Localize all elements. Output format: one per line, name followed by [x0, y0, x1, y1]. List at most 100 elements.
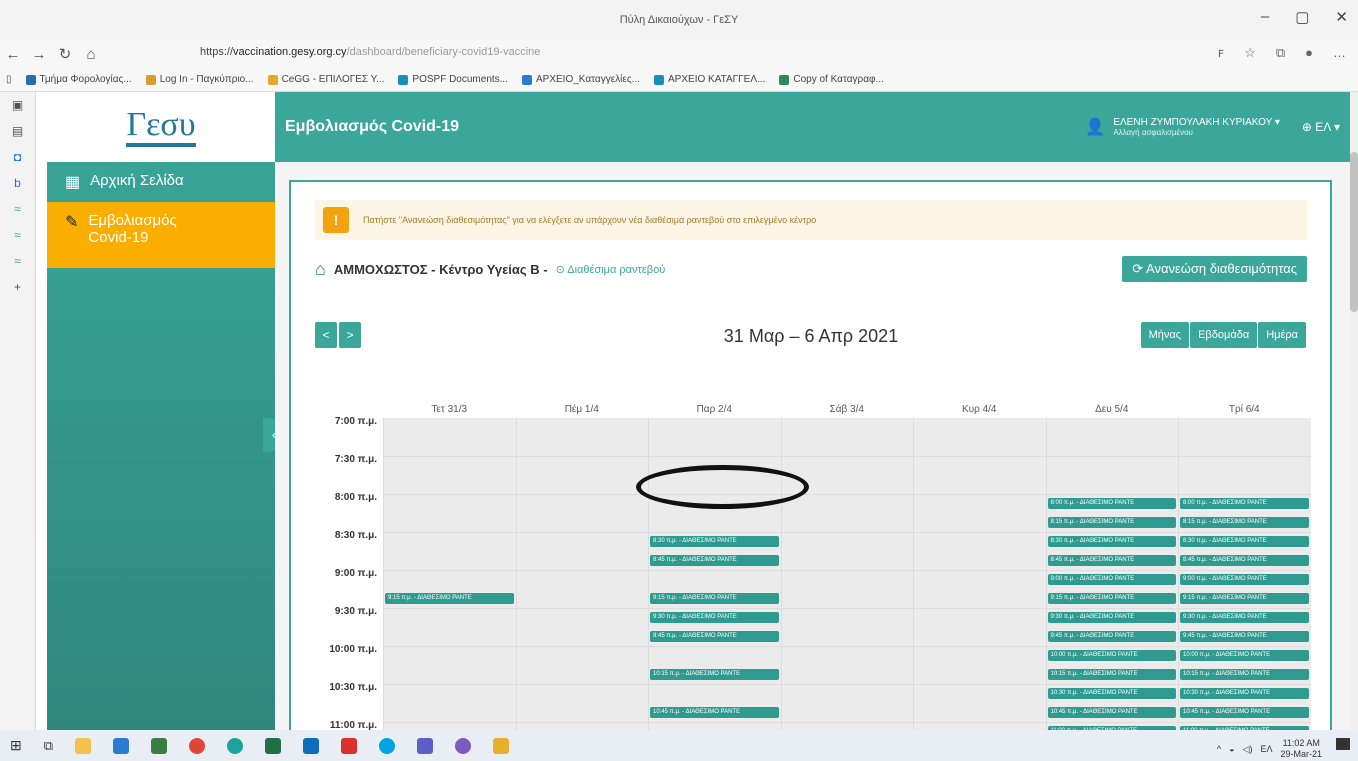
volume-icon[interactable]: ◁) — [1243, 744, 1253, 755]
available-slot[interactable]: 9:15 π.μ. - ΔΙΑΘΕΣΙΜΟ ΡΑΝΤΕ — [650, 593, 779, 604]
mail-icon[interactable] — [113, 737, 130, 754]
favorite-link[interactable]: Log In - Παγκύπριο... — [145, 74, 254, 85]
available-slot[interactable]: 10:45 π.μ. - ΔΙΑΘΕΣΙΜΟ ΡΑΝΤΕ — [1180, 707, 1309, 718]
teams-icon[interactable] — [417, 737, 434, 754]
sidebar-item-home[interactable]: ▦ Αρχική Σελίδα — [47, 162, 275, 202]
available-slot[interactable]: 8:15 π.μ. - ΔΙΑΘΕΣΙΜΟ ΡΑΝΤΕ — [1047, 517, 1176, 528]
tray-chevron-icon[interactable]: ^ — [1217, 744, 1221, 754]
available-slot[interactable]: 9:45 π.μ. - ΔΙΑΘΕΣΙΜΟ ΡΑΝΤΕ — [1180, 631, 1309, 642]
task-view-icon[interactable]: ⧉ — [44, 738, 53, 754]
excel-icon[interactable] — [265, 737, 282, 754]
language-selector[interactable]: ⊕ ΕΛ ▾ — [1302, 120, 1340, 134]
gesy-tab-icon-3[interactable]: ≈ — [0, 248, 35, 274]
available-slot[interactable]: 8:15 π.μ. - ΔΙΑΘΕΣΙΜΟ ΡΑΝΤΕ — [1180, 517, 1309, 528]
available-slot[interactable]: 10:15 π.μ. - ΔΙΑΘΕΣΙΜΟ ΡΑΝΤΕ — [650, 669, 779, 680]
available-slot[interactable]: 10:45 π.μ. - ΔΙΑΘΕΣΙΜΟ ΡΑΝΤΕ — [650, 707, 779, 718]
outlook-taskbar-icon[interactable] — [303, 737, 320, 754]
available-slot[interactable]: 8:45 π.μ. - ΔΙΑΘΕΣΙΜΟ ΡΑΝΤΕ — [1047, 555, 1176, 566]
doc-icon: ▯ — [6, 74, 12, 85]
available-slot[interactable]: 8:30 π.μ. - ΔΙΑΘΕΣΙΜΟ ΡΑΝΤΕ — [1180, 536, 1309, 547]
available-slot[interactable]: 9:45 π.μ. - ΔΙΑΘΕΣΙΜΟ ΡΑΝΤΕ — [650, 631, 779, 642]
file-explorer-icon[interactable] — [75, 737, 92, 754]
refresh-icon[interactable]: ↻ — [52, 45, 78, 63]
start-icon[interactable]: ⊞ — [10, 737, 22, 754]
skype-icon[interactable] — [379, 737, 396, 754]
available-slot[interactable]: 10:30 π.μ. - ΔΙΑΘΕΣΙΜΟ ΡΑΝΤΕ — [1047, 688, 1176, 699]
available-slot[interactable]: 9:15 π.μ. - ΔΙΑΘΕΣΙΜΟ ΡΑΝΤΕ — [385, 593, 514, 604]
page-scrollbar[interactable] — [1350, 92, 1358, 730]
back-icon[interactable]: ← — [0, 46, 26, 63]
close-window-button[interactable]: ✕ — [1335, 8, 1348, 26]
available-slot[interactable]: 8:00 π.μ. - ΔΙΑΘΕΣΙΜΟ ΡΑΝΤΕ — [1047, 498, 1176, 509]
workspace-icon[interactable]: ▤ — [0, 118, 35, 144]
outlook-icon[interactable]: ◘ — [0, 144, 35, 170]
favorite-link[interactable]: CeGG - ΕΠΙΛΟΓΕΣ Υ... — [267, 74, 384, 85]
available-slot[interactable]: 8:45 π.μ. - ΔΙΑΘΕΣΙΜΟ ΡΑΝΤΕ — [1180, 555, 1309, 566]
sidebar-item-vaccination[interactable]: ✎ Εμβολιασμός Covid-19 — [47, 202, 275, 268]
store-icon[interactable] — [151, 737, 168, 754]
tab-actions-icon[interactable]: ▣ — [0, 92, 35, 118]
favorite-link[interactable]: Copy of Καταγραφ... — [779, 74, 884, 85]
available-slot[interactable]: 10:15 π.μ. - ΔΙΑΘΕΣΙΜΟ ΡΑΝΤΕ — [1047, 669, 1176, 680]
tray-lang[interactable]: ΕΛ — [1260, 744, 1272, 754]
network-icon[interactable]: ◒ — [1229, 744, 1234, 754]
clock-time[interactable]: 11:02 AM — [1280, 738, 1322, 749]
available-slot[interactable]: 9:15 π.μ. - ΔΙΑΘΕΣΙΜΟ ΡΑΝΤΕ — [1047, 593, 1176, 604]
view-day-button[interactable]: Ημέρα — [1258, 322, 1306, 348]
available-slot[interactable]: 9:15 π.μ. - ΔΙΑΘΕΣΙΜΟ ΡΑΝΤΕ — [1180, 593, 1309, 604]
clock-date[interactable]: 29-Mar-21 — [1280, 749, 1322, 760]
hour-line — [383, 494, 1311, 495]
add-tab-icon[interactable]: + — [0, 274, 35, 300]
notification-icon[interactable] — [1336, 738, 1350, 750]
favorite-link[interactable]: ΑΡΧΕΙΟ ΚΑΤΑΓΓΕΛ... — [654, 74, 765, 85]
paint-icon[interactable] — [493, 737, 510, 754]
day-column[interactable] — [383, 418, 516, 748]
gesy-tab-icon-2[interactable]: ≈ — [0, 222, 35, 248]
available-slot[interactable]: 9:00 π.μ. - ΔΙΑΘΕΣΙΜΟ ΡΑΝΤΕ — [1180, 574, 1309, 585]
available-slot[interactable]: 9:30 π.μ. - ΔΙΑΘΕΣΙΜΟ ΡΑΝΤΕ — [650, 612, 779, 623]
available-slot[interactable]: 8:30 π.μ. - ΔΙΑΘΕΣΙΜΟ ΡΑΝΤΕ — [650, 536, 779, 547]
day-column[interactable] — [515, 418, 648, 748]
available-slot[interactable]: 10:15 π.μ. - ΔΙΑΘΕΣΙΜΟ ΡΑΝΤΕ — [1180, 669, 1309, 680]
day-column[interactable] — [780, 418, 913, 748]
view-month-button[interactable]: Μήνας — [1140, 322, 1190, 348]
maximize-button[interactable]: ▢ — [1295, 8, 1309, 26]
refresh-availability-button[interactable]: ⟳ Ανανεώση διαθεσιμότητας — [1122, 256, 1307, 282]
url-field[interactable]: https://vaccination.gesy.org.cy/dashboar… — [200, 46, 540, 58]
available-slot[interactable]: 10:00 π.μ. - ΔΙΑΘΕΣΙΜΟ ΡΑΝΤΕ — [1180, 650, 1309, 661]
favorite-icon — [522, 74, 532, 85]
bing-icon[interactable]: b — [0, 170, 35, 196]
favorite-link[interactable]: POSPF Documents... — [398, 74, 508, 85]
available-slot[interactable]: 9:00 π.μ. - ΔΙΑΘΕΣΙΜΟ ΡΑΝΤΕ — [1047, 574, 1176, 585]
scrollbar-thumb[interactable] — [1350, 152, 1358, 312]
favorite-link[interactable]: Τμήμα Φορολογίας... — [25, 74, 132, 85]
gesy-tab-icon[interactable]: ≈ — [0, 196, 35, 222]
available-slot[interactable]: 9:45 π.μ. - ΔΙΑΘΕΣΙΜΟ ΡΑΝΤΕ — [1047, 631, 1176, 642]
view-week-button[interactable]: Εβδομάδα — [1190, 322, 1258, 348]
availability-label: Διαθέσιμα ραντεβού — [567, 263, 666, 276]
available-slot[interactable]: 8:30 π.μ. - ΔΙΑΘΕΣΙΜΟ ΡΑΝΤΕ — [1047, 536, 1176, 547]
day-column[interactable] — [913, 418, 1046, 748]
edge-icon[interactable] — [227, 737, 244, 754]
available-slot[interactable]: 10:30 π.μ. - ΔΙΑΘΕΣΙΜΟ ΡΑΝΤΕ — [1180, 688, 1309, 699]
logo-box[interactable]: Γεσυ — [47, 92, 275, 162]
available-slot[interactable]: 9:30 π.μ. - ΔΙΑΘΕΣΙΜΟ ΡΑΝΤΕ — [1047, 612, 1176, 623]
available-slot[interactable]: 8:45 π.μ. - ΔΙΑΘΕΣΙΜΟ ΡΑΝΤΕ — [650, 555, 779, 566]
minimize-button[interactable]: – — [1261, 8, 1269, 26]
available-slot[interactable]: 10:00 π.μ. - ΔΙΑΘΕΣΙΜΟ ΡΑΝΤΕ — [1047, 650, 1176, 661]
available-slot[interactable]: 10:45 π.μ. - ΔΙΑΘΕΣΙΜΟ ΡΑΝΤΕ — [1047, 707, 1176, 718]
read-aloud-icon[interactable]: ꜰ — [1218, 45, 1224, 61]
acrobat-icon[interactable] — [341, 737, 358, 754]
chrome-icon[interactable] — [189, 737, 206, 754]
viber-icon[interactable] — [455, 737, 472, 754]
home-icon[interactable]: ⌂ — [78, 46, 104, 63]
profile-icon[interactable]: ● — [1305, 45, 1313, 61]
available-slot[interactable]: 9:30 π.μ. - ΔΙΑΘΕΣΙΜΟ ΡΑΝΤΕ — [1180, 612, 1309, 623]
user-menu[interactable]: 👤 ΕΛΕΝΗ ΖΥΜΠΟΥΛΑΚΗ ΚΥΡΙΑΚΟΥ ▾ Αλλαγή ασφ… — [1085, 117, 1340, 137]
more-menu-icon[interactable]: … — [1333, 45, 1346, 61]
available-slot[interactable]: 8:00 π.μ. - ΔΙΑΘΕΣΙΜΟ ΡΑΝΤΕ — [1180, 498, 1309, 509]
forward-icon[interactable]: → — [26, 46, 52, 63]
favorite-star-icon[interactable]: ☆ — [1244, 45, 1256, 61]
favorite-link[interactable]: ΑΡΧΕΙΟ_Καταγγελίες... — [522, 74, 640, 85]
collections-icon[interactable]: ⧉ — [1276, 45, 1285, 61]
